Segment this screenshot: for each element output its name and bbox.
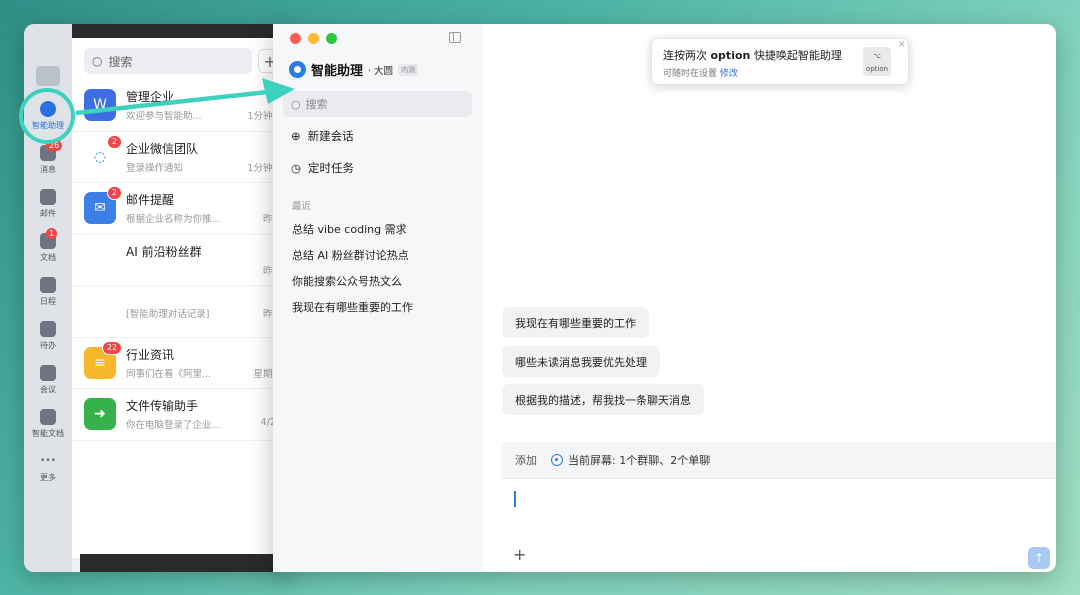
highlight-arrow [75,78,295,116]
